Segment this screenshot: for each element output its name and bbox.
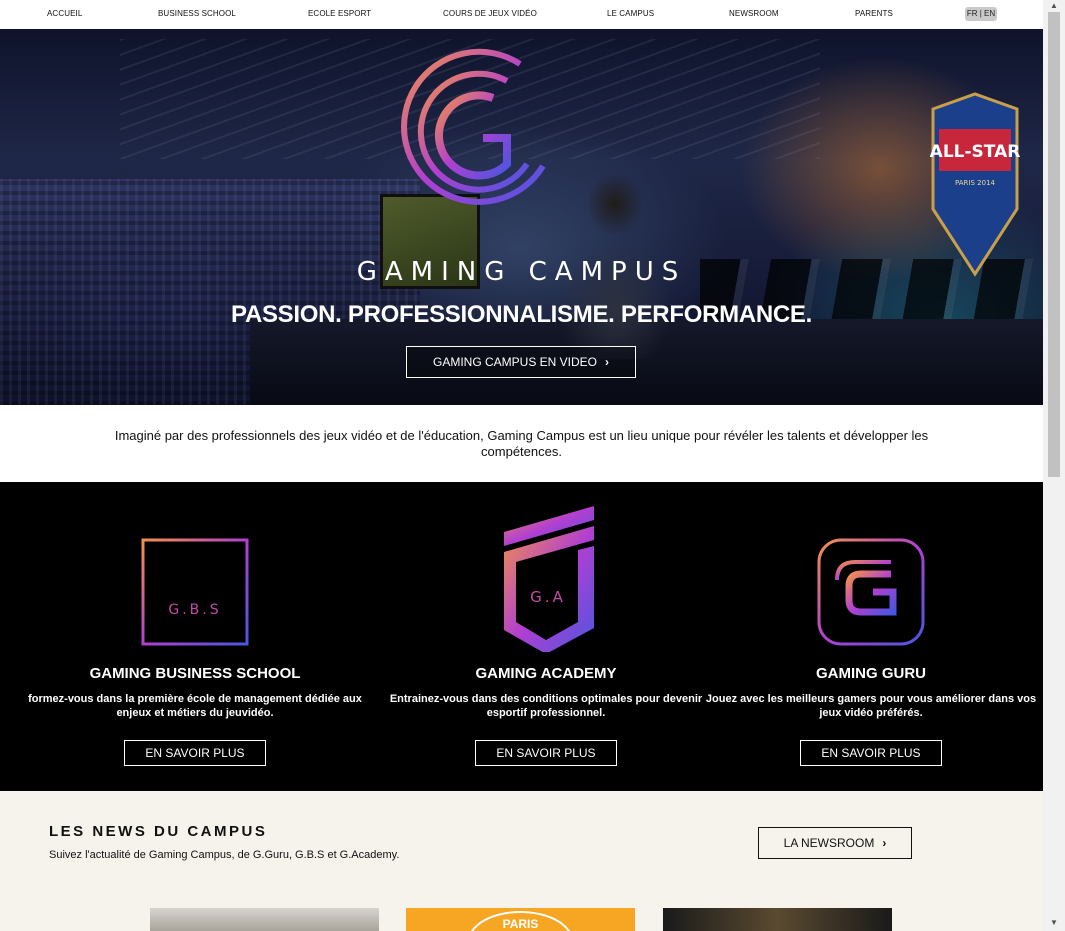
school-name: GAMING BUSINESS SCHOOL	[89, 665, 301, 682]
nav-item-parents[interactable]: PARENTS	[855, 9, 893, 18]
ga-logo-text: G.A	[530, 588, 566, 606]
hero-tagline: PASSION. PROFESSIONNALISME. PERFORMANCE.	[231, 301, 812, 328]
gbs-learn-more-button[interactable]: EN SAVOIR PLUS	[124, 740, 266, 766]
news-section: LES NEWS DU CAMPUS Suivez l'actualité de…	[0, 791, 1043, 931]
chevron-right-icon: ›	[605, 355, 610, 369]
gbs-logo-icon: G.B.S	[141, 538, 249, 646]
top-navigation: ACCUEIL BUSINESS SCHOOL ECOLE ESPORT COU…	[0, 0, 1043, 29]
nav-item-newsroom[interactable]: NEWSROOM	[729, 9, 779, 18]
school-description: formez-vous dans la première école de ma…	[28, 693, 362, 719]
ga-learn-more-button[interactable]: EN SAVOIR PLUS	[475, 740, 617, 766]
school-description: Jouez avec les meilleurs gamers pour vou…	[705, 693, 1037, 719]
school-description: Entrainez-vous dans des conditions optim…	[389, 693, 703, 719]
nav-item-business-school[interactable]: BUSINESS SCHOOL	[158, 9, 236, 18]
thumbnail-text: PARIS	[502, 917, 539, 931]
nav-item-accueil[interactable]: ACCUEIL	[47, 9, 82, 18]
school-card-guru: GAMING GURU Jouez avec les meilleurs gam…	[691, 482, 1051, 791]
language-switcher[interactable]: FR | EN	[965, 7, 997, 21]
news-thumbnail[interactable]	[150, 908, 379, 931]
news-thumbnail[interactable]	[663, 908, 892, 931]
news-subtitle: Suivez l'actualité de Gaming Campus, de …	[49, 849, 400, 861]
news-thumbnail[interactable]: PARIS	[406, 908, 635, 931]
guru-logo-icon	[817, 538, 925, 646]
news-title: LES NEWS DU CAMPUS	[49, 823, 268, 840]
scroll-up-arrow-icon[interactable]: ▲	[1043, 0, 1065, 12]
school-name: GAMING GURU	[816, 665, 926, 682]
nav-item-cours-jeux-video[interactable]: COURS DE JEUX VIDÉO	[443, 9, 537, 18]
video-button-label: GAMING CAMPUS EN VIDEO	[432, 355, 598, 369]
school-card-gbs: G.B.S GAMING BUSINESS SCHOOL formez-vous…	[15, 482, 375, 791]
gaming-campus-logo-icon	[401, 48, 546, 205]
intro-text: Imaginé par des professionnels des jeux …	[114, 428, 929, 459]
all-star-badge-icon: ALL-STAR PARIS 2014	[930, 92, 1021, 277]
school-name: GAMING ACADEMY	[475, 665, 617, 682]
scrollbar-thumb[interactable]	[1048, 12, 1060, 477]
schools-section: G.B.S GAMING BUSINESS SCHOOL formez-vous…	[0, 482, 1043, 791]
hero-title: GAMING CAMPUS	[356, 257, 687, 287]
nav-item-le-campus[interactable]: LE CAMPUS	[607, 9, 654, 18]
chevron-right-icon: ›	[882, 836, 887, 850]
vertical-scrollbar[interactable]: ▲ ▼	[1043, 0, 1065, 931]
nav-item-ecole-esport[interactable]: ECOLE ESPORT	[308, 9, 371, 18]
school-card-ga: G.A GAMING ACADEMY Entrainez-vous dans d…	[366, 482, 726, 791]
ga-logo-icon: G.A	[504, 506, 594, 652]
newsroom-button-label: LA NEWSROOM	[783, 836, 875, 850]
gbs-logo-text: G.B.S	[168, 602, 221, 618]
scroll-down-arrow-icon[interactable]: ▼	[1043, 917, 1065, 929]
all-star-text: ALL-STAR	[930, 142, 1021, 162]
hero-banner: ALL-STAR PARIS 2014 GAMING CAMPUS PASSIO…	[0, 29, 1043, 405]
video-button[interactable]: GAMING CAMPUS EN VIDEO ›	[406, 346, 636, 378]
newsroom-button[interactable]: LA NEWSROOM ›	[758, 827, 912, 859]
all-star-subtext: PARIS 2014	[955, 179, 996, 187]
guru-learn-more-button[interactable]: EN SAVOIR PLUS	[800, 740, 942, 766]
